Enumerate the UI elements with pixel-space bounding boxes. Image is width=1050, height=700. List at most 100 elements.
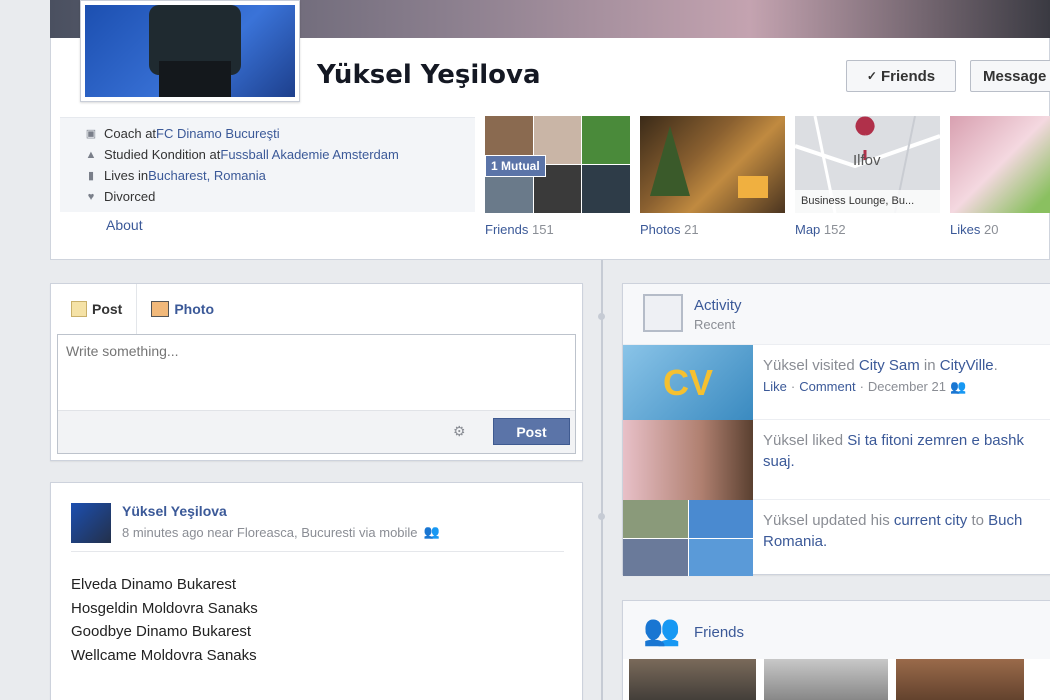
map-caption: Business Lounge, Bu... (795, 190, 940, 213)
mutual-friends-badge: 1 Mutual (485, 155, 546, 177)
activity-text-pre: Yüksel visited (763, 357, 859, 374)
activity-link[interactable]: Buch (988, 512, 1022, 529)
map-tile-text: Map (795, 222, 821, 237)
profile-picture-image (85, 5, 295, 97)
person-silhouette-icon (149, 5, 241, 97)
info-lives: ▮ Lives in Bucharest, Romania (60, 165, 475, 186)
likes-tile-text: Likes (950, 222, 981, 237)
activity-title[interactable]: Activity (694, 297, 742, 314)
comment-link[interactable]: Comment (799, 379, 855, 395)
tab-photo-label: Photo (174, 301, 214, 317)
photos-count: 21 (684, 222, 699, 237)
message-button[interactable]: Message (970, 60, 1050, 92)
audience-icon[interactable]: 👥 (950, 379, 966, 395)
briefcase-icon: ▣ (85, 128, 97, 140)
heart-icon: ♥ (87, 190, 95, 203)
map-count: 152 (823, 222, 846, 237)
profile-info: ▣ Coach at FC Dinamo Bucureşti ▲ Studied… (60, 117, 475, 212)
friends-tile[interactable]: 1 Mutual (485, 116, 630, 213)
friends-button-label: Friends (880, 67, 936, 85)
likes-tile[interactable] (950, 116, 1050, 213)
post-button[interactable]: Post (493, 418, 570, 445)
composer-tabs: Post Photo (51, 284, 582, 334)
story-timestamp[interactable]: 8 minutes ago near Floreasca, Bucuresti … (122, 525, 418, 540)
activity-log-icon (643, 294, 683, 332)
activity-actions: Like · Comment · December 21 👥 (763, 379, 967, 395)
composer-box: ⚙ Post (57, 334, 576, 454)
timeline-dot (598, 513, 605, 520)
about-link[interactable]: About (106, 217, 143, 233)
house-icon: ▮ (87, 170, 95, 182)
activity-text-mid: in (919, 357, 940, 374)
photos-tile-label[interactable]: Photos 21 (640, 222, 699, 237)
photos-tile-text: Photos (640, 222, 681, 237)
activity-text: Yüksel updated his current city to Buch … (753, 500, 1032, 575)
activity-text-mid: to (967, 512, 989, 529)
story-line: Elveda Dinamo Bukarest (71, 576, 237, 593)
audience-icon[interactable]: 👥 (424, 524, 440, 540)
education-link[interactable]: Fussball Akademie Amsterdam (220, 147, 398, 162)
friend-photo[interactable] (629, 659, 756, 700)
activity-link[interactable]: current city (894, 512, 967, 529)
info-work: ▣ Coach at FC Dinamo Bucureşti (60, 123, 475, 144)
map-place-name: Ilfov (853, 152, 881, 169)
story-line: Goodbye Dinamo Bukarest (71, 623, 252, 640)
map-tile-label[interactable]: Map 152 (795, 222, 846, 237)
activity-link[interactable]: CityVille (940, 357, 994, 374)
tab-photo[interactable]: Photo (151, 301, 214, 317)
activity-text-line2[interactable]: suaj. (763, 453, 795, 470)
likes-count: 20 (983, 222, 999, 237)
like-link[interactable]: Like (763, 379, 787, 395)
friends-tile-label[interactable]: Friends 151 (485, 222, 554, 237)
story-line: Hosgeldin Moldovra Sanaks (71, 599, 258, 617)
map-tile[interactable]: Ilfov Business Lounge, Bu... (795, 116, 940, 213)
activity-date[interactable]: December 21 (868, 379, 946, 395)
message-button-label: Message (983, 67, 1047, 85)
friends-button[interactable]: ✓ Friends (846, 60, 956, 92)
friends-grid (623, 659, 1050, 700)
story-meta: 8 minutes ago near Floreasca, Bucuresti … (122, 524, 440, 540)
friend-photo[interactable] (896, 659, 1024, 700)
author-avatar[interactable] (71, 503, 111, 543)
activity-text-line2[interactable]: Romania. (763, 533, 827, 550)
friends-box-title[interactable]: Friends (694, 624, 744, 641)
profile-picture[interactable] (80, 0, 300, 102)
friend-photo[interactable] (764, 659, 888, 700)
activity-text-pre: Yüksel updated his (763, 512, 894, 529)
graduation-cap-icon: ▲ (85, 148, 97, 161)
activity-link[interactable]: Si ta fitoni zemren e bashk (847, 432, 1024, 449)
friends-tile-text: Friends (485, 222, 529, 237)
friends-box-header: 👥 Friends (623, 601, 1050, 659)
activity-item: Yüksel updated his current city to Buch … (623, 499, 1050, 576)
friends-count: 151 (531, 222, 554, 237)
checkmark-icon: ✓ (866, 69, 877, 83)
status-icon (71, 301, 87, 317)
cityville-thumbnail[interactable]: CV (623, 345, 753, 420)
activity-text-pre: Yüksel liked (763, 432, 848, 449)
activity-text-post: . (993, 357, 998, 374)
activity-subtitle: Recent (694, 317, 736, 332)
profile-name[interactable]: Yüksel Yeşilova (317, 60, 541, 90)
info-work-prefix: Coach at (104, 126, 157, 141)
privacy-gear-icon[interactable]: ⚙ (453, 423, 466, 440)
info-education: ▲ Studied Kondition at Fussball Akademie… (60, 144, 475, 165)
info-lives-prefix: Lives in (104, 168, 149, 183)
activity-header: Activity Recent (623, 284, 1050, 344)
photos-tile[interactable] (640, 116, 785, 213)
activity-text: Yüksel visited City Sam in CityVille. (753, 345, 1008, 376)
city-link[interactable]: Bucharest, Romania (148, 168, 266, 183)
author-name[interactable]: Yüksel Yeşilova (122, 503, 227, 519)
status-input[interactable] (58, 335, 575, 410)
city-thumbnail[interactable] (623, 500, 753, 576)
tab-post[interactable]: Post (71, 284, 138, 334)
composer-footer: ⚙ Post (58, 410, 575, 453)
relationship-status: Divorced (104, 189, 156, 204)
likes-tile-label[interactable]: Likes 20 (950, 222, 998, 237)
info-relationship: ♥ Divorced (60, 186, 475, 207)
liked-page-thumbnail[interactable] (623, 420, 753, 500)
activity-link[interactable]: City Sam (859, 357, 920, 374)
friends-icon: 👥 (643, 614, 681, 647)
divider (71, 551, 564, 552)
work-link[interactable]: FC Dinamo Bucureşti (156, 126, 280, 141)
info-education-prefix: Studied Kondition at (104, 147, 221, 162)
